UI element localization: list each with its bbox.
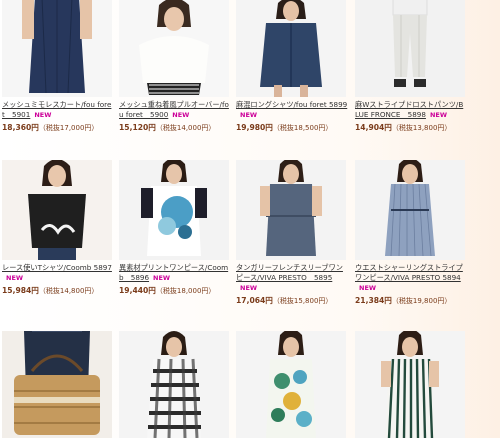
product-card: メッシュミモレスカート/fou foret 5901 NEW 18,360円（税抜… [2,0,117,133]
product-photo[interactable] [236,160,346,260]
product-photo[interactable] [119,0,229,97]
product-card: メッシュ重ね着風プルオーバー/fou foret 5900 NEW 15,120円… [119,0,234,133]
product-photo-pants-image [355,0,465,97]
price-value: 18,360円 [2,123,39,132]
product-name-link[interactable]: タンガリーフレンチスリーブワンピース/VIVA PRESTO 5895 NEW [236,263,348,293]
new-badge: NEW [6,274,24,282]
product-photo[interactable] [2,160,112,260]
product-price: 15,984円（税抜14,800円） [2,286,117,296]
product-photo-striped-dress-image [355,331,465,438]
product-photo[interactable] [355,331,465,438]
product-photo[interactable] [2,331,112,438]
product-photo-print-dress-image [119,160,229,260]
price-tax: （税抜14,800円） [38,287,99,295]
product-price: 14,904円（税抜13,800円） [355,123,470,133]
price-value: 15,120円 [119,123,156,132]
product-photo-floral-dress-image [236,331,346,438]
new-badge: NEW [240,284,258,292]
product-card [119,331,234,438]
price-tax: （税抜13,800円） [391,124,452,132]
product-photo-chambray-dress-image [236,160,346,260]
price-value: 19,440円 [119,286,156,295]
product-photo[interactable] [119,160,229,260]
product-photo[interactable] [355,0,465,97]
product-name-text: メッシュミモレスカート/fou foret 5901 [2,100,112,119]
price-tax: （税抜15,800円） [272,297,333,305]
product-name-text: タンガリーフレンチスリーブワンピース/VIVA PRESTO 5895 [236,263,343,282]
product-photo-blouse-image [119,0,229,97]
product-name-text: 異素材プリントワンピース/Coomb 5896 [119,263,229,282]
product-price: 21,384円（税抜19,800円） [355,296,470,306]
product-name-text: 麻混ロングシャツ/fou foret 5899 [236,100,348,109]
product-photo-gingham-dress-image [119,331,229,438]
product-photo-shirt-image [236,0,346,97]
product-card [355,331,470,438]
product-photo-skirt-image [2,0,112,97]
product-name-link[interactable]: メッシュ重ね着風プルオーバー/fou foret 5900 NEW [119,100,231,120]
product-name-link[interactable]: ウエストシャーリングストライプワンピース/VIVA PRESTO 5894 NEW [355,263,467,293]
product-name-link[interactable]: 麻混ロングシャツ/fou foret 5899 NEW [236,100,348,120]
product-name-link[interactable]: 異素材プリントワンピース/Coomb 5896 NEW [119,263,231,283]
product-price: 17,064円（税抜15,800円） [236,296,351,306]
new-badge: NEW [172,111,190,119]
product-name-link[interactable]: メッシュミモレスカート/fou foret 5901 NEW [2,100,114,120]
product-name-text: 麻Wストライプドロストパンツ/BLUE FRONCE 5898 [355,100,464,119]
product-photo[interactable] [236,331,346,438]
product-photo[interactable] [2,0,112,97]
product-photo[interactable] [236,0,346,97]
product-photo-tshirt-image [2,160,112,260]
product-price: 15,120円（税抜14,000円） [119,123,234,133]
product-price: 18,360円（税抜17,000円） [2,123,117,133]
product-photo-stripe-dress-image [355,160,465,260]
product-photo[interactable] [119,331,229,438]
price-tax: （税抜14,000円） [155,124,216,132]
price-tax: （税抜19,800円） [391,297,452,305]
product-name-link[interactable]: レース使いTシャツ/Coomb 5897 NEW [2,263,114,283]
product-name-text: ウエストシャーリングストライプワンピース/VIVA PRESTO 5894 [355,263,463,282]
product-price: 19,980円（税抜18,500円） [236,123,351,133]
product-card [236,331,351,438]
price-tax: （税抜18,000円） [155,287,216,295]
new-badge: NEW [153,274,171,282]
product-name-link[interactable]: 麻Wストライプドロストパンツ/BLUE FRONCE 5898 NEW [355,100,467,120]
new-badge: NEW [429,111,447,119]
product-price: 19,440円（税抜18,000円） [119,286,234,296]
new-badge: NEW [34,111,52,119]
price-value: 14,904円 [355,123,392,132]
price-tax: （税抜17,000円） [38,124,99,132]
new-badge: NEW [240,111,258,119]
product-grid: メッシュミモレスカート/fou foret 5901 NEW 18,360円（税抜… [0,0,500,438]
product-card: 麻混ロングシャツ/fou foret 5899 NEW 19,980円（税抜18,… [236,0,351,133]
product-card: 麻Wストライプドロストパンツ/BLUE FRONCE 5898 NEW 14,90… [355,0,470,133]
new-badge: NEW [359,284,377,292]
price-value: 21,384円 [355,296,392,305]
product-card: 異素材プリントワンピース/Coomb 5896 NEW 19,440円（税抜18,… [119,160,234,296]
price-value: 19,980円 [236,123,273,132]
product-card: ウエストシャーリングストライプワンピース/VIVA PRESTO 5894 NEW… [355,160,470,306]
product-name-text: レース使いTシャツ/Coomb 5897 [2,263,112,272]
price-value: 17,064円 [236,296,273,305]
product-photo[interactable] [355,160,465,260]
product-card [2,331,117,438]
product-card: レース使いTシャツ/Coomb 5897 NEW 15,984円（税抜14,800… [2,160,117,296]
product-card: タンガリーフレンチスリーブワンピース/VIVA PRESTO 5895 NEW 1… [236,160,351,306]
product-photo-basket-bag-image [2,331,112,438]
price-value: 15,984円 [2,286,39,295]
price-tax: （税抜18,500円） [272,124,333,132]
